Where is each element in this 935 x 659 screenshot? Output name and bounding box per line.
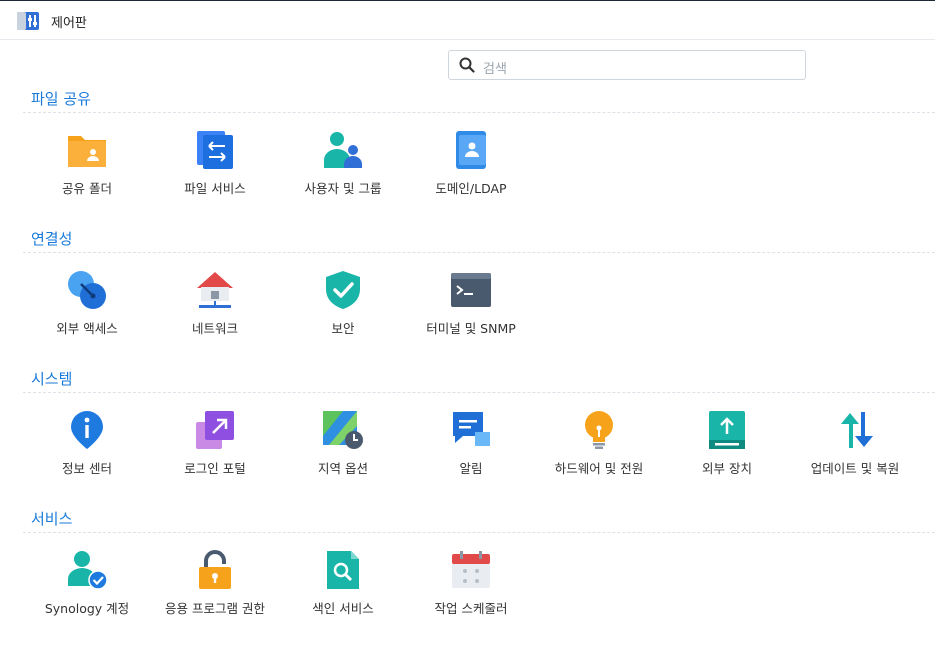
section-divider <box>23 112 935 113</box>
shared-folder-icon <box>68 136 106 167</box>
network-icon <box>197 272 233 308</box>
tile-task-scheduler[interactable]: 작업 스케줄러 <box>407 550 535 630</box>
tile-label: 알림 <box>459 461 483 476</box>
tile-synology-account[interactable]: Synology 계정 <box>23 550 151 630</box>
security-shield-icon <box>326 271 360 309</box>
tile-label: 외부 액세스 <box>56 321 118 336</box>
tile-terminal-snmp[interactable]: 터미널 및 SNMP <box>407 270 535 350</box>
info-center-icon <box>71 411 103 449</box>
title-bar: 제어판 <box>0 0 935 40</box>
synology-account-icon <box>68 551 107 590</box>
tile-domain-ldap[interactable]: 도메인/LDAP <box>407 130 535 210</box>
tile-update-restore[interactable]: 업데이트 및 복원 <box>791 410 919 490</box>
window-title: 제어판 <box>51 16 87 31</box>
tile-login-portal[interactable]: 로그인 포털 <box>151 410 279 490</box>
tile-label: 공유 폴더 <box>62 181 112 196</box>
user-group-icon <box>324 132 362 168</box>
terminal-icon <box>451 273 491 307</box>
tile-info-center[interactable]: 정보 센터 <box>23 410 151 490</box>
tile-label: 외부 장치 <box>702 461 752 476</box>
tile-label: 색인 서비스 <box>312 601 374 616</box>
tile-label: Synology 계정 <box>44 601 130 616</box>
tile-application-privileges[interactable]: 응용 프로그램 권한 <box>151 550 279 630</box>
tile-label: 지역 옵션 <box>318 461 368 476</box>
tile-label: 파일 서비스 <box>184 181 246 196</box>
tile-label: 보안 <box>331 321 355 336</box>
section-title-services: 서비스 <box>31 510 73 528</box>
section-divider <box>23 392 935 393</box>
login-portal-icon <box>196 411 234 449</box>
tile-label: 네트워크 <box>191 321 238 336</box>
section-title-connectivity: 연결성 <box>31 230 73 248</box>
tile-network[interactable]: 네트워크 <box>151 270 279 350</box>
regional-options-icon <box>323 411 363 449</box>
tile-label: 터미널 및 SNMP <box>426 321 516 336</box>
tile-label: 업데이트 및 복원 <box>810 461 900 476</box>
tile-label: 정보 센터 <box>62 461 112 476</box>
tile-notification[interactable]: 알림 <box>407 410 535 490</box>
tile-hardware-power[interactable]: 하드웨어 및 전원 <box>535 410 663 490</box>
domain-ldap-icon <box>456 131 486 169</box>
tile-user-group[interactable]: 사용자 및 그룹 <box>279 130 407 210</box>
tile-external-access[interactable]: 외부 액세스 <box>23 270 151 350</box>
section-title-system: 시스템 <box>31 370 73 388</box>
tile-regional-options[interactable]: 지역 옵션 <box>279 410 407 490</box>
search-input[interactable]: 검색 <box>483 58 507 77</box>
search-box[interactable]: 검색 <box>448 50 806 80</box>
tile-shared-folder[interactable]: 공유 폴더 <box>23 130 151 210</box>
tile-label: 사용자 및 그룹 <box>304 181 382 196</box>
hardware-power-icon <box>585 411 613 449</box>
update-restore-icon <box>841 412 873 448</box>
application-privileges-icon <box>199 550 231 589</box>
tile-label: 도메인/LDAP <box>435 181 507 196</box>
tile-label: 작업 스케줄러 <box>434 601 508 616</box>
tile-indexing-service[interactable]: 색인 서비스 <box>279 550 407 630</box>
file-services-icon <box>197 131 233 169</box>
external-access-icon <box>68 271 106 309</box>
tile-file-services[interactable]: 파일 서비스 <box>151 130 279 210</box>
search-icon <box>459 57 475 73</box>
external-devices-icon <box>709 411 745 449</box>
indexing-service-icon <box>327 551 359 589</box>
notification-icon <box>453 412 490 446</box>
tile-label: 응용 프로그램 권한 <box>165 601 265 616</box>
task-scheduler-icon <box>452 551 490 588</box>
tile-label: 로그인 포털 <box>184 461 246 476</box>
section-divider <box>23 532 935 533</box>
tile-security[interactable]: 보안 <box>279 270 407 350</box>
control-panel-icon <box>17 12 39 30</box>
section-divider <box>23 252 935 253</box>
section-title-file-sharing: 파일 공유 <box>31 90 91 108</box>
tile-external-devices[interactable]: 외부 장치 <box>663 410 791 490</box>
tile-label: 하드웨어 및 전원 <box>554 461 644 476</box>
